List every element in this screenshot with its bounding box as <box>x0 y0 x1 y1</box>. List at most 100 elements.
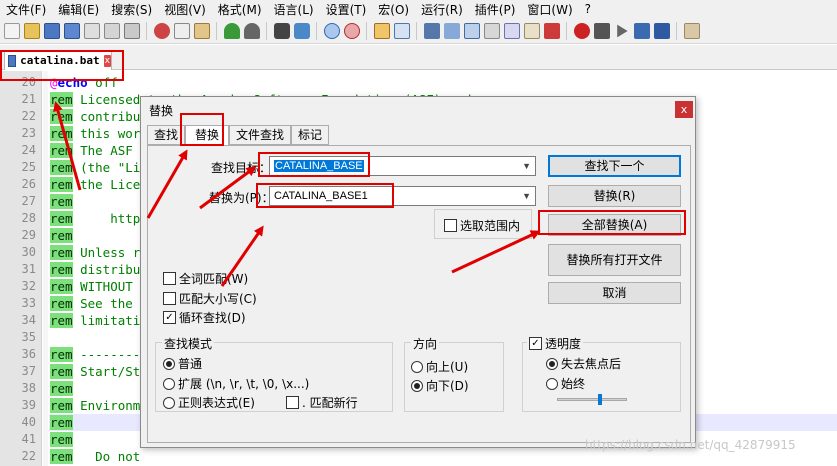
code-line: rem distribu <box>50 262 141 277</box>
code-line: rem the Lice <box>50 177 141 192</box>
copy-icon[interactable] <box>174 23 190 39</box>
close-all-icon[interactable] <box>104 23 120 39</box>
line-number: 24 <box>21 143 36 157</box>
code-line: rem <box>50 415 73 430</box>
direction-up-radio[interactable]: 向上(U) <box>411 358 468 375</box>
line-number: 27 <box>21 194 36 208</box>
menu-help[interactable]: ? <box>579 2 597 16</box>
code-line: rem See the <box>50 296 133 311</box>
record-macro-icon[interactable] <box>574 23 590 39</box>
menu-settings[interactable]: 设置(T) <box>320 1 373 18</box>
annotation-box-replace-value <box>256 183 394 208</box>
undo-icon[interactable] <box>224 23 240 39</box>
run-macro-multiple-icon[interactable] <box>634 23 650 39</box>
word-wrap-icon[interactable] <box>424 23 440 39</box>
save-macro-icon[interactable] <box>654 23 670 39</box>
close-file-icon[interactable] <box>84 23 100 39</box>
line-number: 36 <box>21 347 36 361</box>
menu-file[interactable]: 文件(F) <box>0 1 52 18</box>
tab-mark[interactable]: 标记 <box>291 125 329 145</box>
annotation-box-replace-tab <box>180 113 224 146</box>
chevron-down-icon[interactable]: ▼ <box>522 157 531 175</box>
line-number: 37 <box>21 364 36 378</box>
line-number: 35 <box>21 330 36 344</box>
direction-down-radio[interactable]: 向下(D) <box>411 377 469 394</box>
transparency-slider-thumb[interactable] <box>598 394 602 405</box>
whole-word-checkbox[interactable]: 全词匹配(W) <box>163 270 248 287</box>
find-icon[interactable] <box>274 23 290 39</box>
save-all-icon[interactable] <box>64 23 80 39</box>
menu-window[interactable]: 窗口(W) <box>521 1 578 18</box>
annotation-box-replace-all <box>538 210 686 235</box>
in-selection-checkbox[interactable]: 选取范围内 <box>444 217 520 234</box>
code-line: rem this wor <box>50 126 141 141</box>
code-line: rem contribu <box>50 109 141 124</box>
sync-v-icon[interactable] <box>374 23 390 39</box>
watermark: https://blog.csdn.net/qq_42879915 <box>585 438 796 452</box>
annotation-box-find-value <box>258 152 370 177</box>
folder-workspace-icon[interactable] <box>524 23 540 39</box>
menu-macro[interactable]: 宏(O) <box>372 1 415 18</box>
chevron-down-icon[interactable]: ▼ <box>522 187 531 205</box>
line-number: 21 <box>21 92 36 106</box>
doc-map-icon[interactable] <box>484 23 500 39</box>
mode-extended-radio[interactable]: 扩展 (\n, \r, \t, \0, \x...) <box>163 375 309 392</box>
line-number: 22 <box>21 109 36 123</box>
open-file-icon[interactable] <box>24 23 40 39</box>
dot-matches-newline-checkbox[interactable]: . 匹配新行 <box>286 394 358 411</box>
search-mode-title: 查找模式 <box>162 335 215 352</box>
replace-button[interactable]: 替换(R) <box>548 185 681 207</box>
annotation-box-tab <box>0 50 124 81</box>
line-number-gutter: 20 21 22 23 24 25 26 27 28 29 30 31 32 33 34 35 36 37 38 39… <box>0 71 42 466</box>
menu-view[interactable]: 视图(V) <box>158 1 212 18</box>
cancel-button[interactable]: 取消 <box>548 282 681 304</box>
line-number: 38 <box>21 381 36 395</box>
function-list-icon[interactable] <box>504 23 520 39</box>
redo-icon[interactable] <box>244 23 260 39</box>
line-number: 41 <box>21 432 36 446</box>
mode-normal-radio[interactable]: 普通 <box>163 355 202 372</box>
cut-icon[interactable] <box>154 23 170 39</box>
zoom-out-icon[interactable] <box>344 23 360 39</box>
indent-guide-icon[interactable] <box>464 23 480 39</box>
paste-icon[interactable] <box>194 23 210 39</box>
menu-language[interactable]: 语言(L) <box>268 1 320 18</box>
always-radio[interactable]: 始终 <box>546 375 585 392</box>
new-file-icon[interactable] <box>4 23 20 39</box>
sync-h-icon[interactable] <box>394 23 410 39</box>
find-next-button[interactable]: 查找下一个 <box>548 155 681 177</box>
dialog-close-button[interactable]: x <box>675 101 693 118</box>
code-line: rem Unless r <box>50 245 141 260</box>
menu-run[interactable]: 运行(R) <box>415 1 469 18</box>
code-line: rem Environm <box>50 398 141 413</box>
code-line: rem <box>50 194 73 209</box>
toolbar <box>0 18 837 44</box>
replace-icon[interactable] <box>294 23 310 39</box>
menu-format[interactable]: 格式(M) <box>212 1 268 18</box>
show-symbols-icon[interactable] <box>444 23 460 39</box>
monitoring-icon[interactable] <box>544 23 560 39</box>
play-macro-icon[interactable] <box>617 24 628 38</box>
mode-regex-radio[interactable]: 正则表达式(E) <box>163 394 255 411</box>
zoom-in-icon[interactable] <box>324 23 340 39</box>
menu-edit[interactable]: 编辑(E) <box>52 1 105 18</box>
transparency-slider-track[interactable] <box>557 394 627 405</box>
launch-icon[interactable] <box>684 23 700 39</box>
line-number: 28 <box>21 211 36 225</box>
save-icon[interactable] <box>44 23 60 39</box>
menu-plugins[interactable]: 插件(P) <box>469 1 522 18</box>
print-icon[interactable] <box>124 23 140 39</box>
replace-all-open-docs-button[interactable]: 替换所有打开文件 <box>548 244 681 276</box>
code-line: rem <box>50 432 73 447</box>
menu-search[interactable]: 搜索(S) <box>105 1 158 18</box>
transparency-checkbox[interactable]: ✓ 透明度 <box>527 335 584 352</box>
line-number: 23 <box>21 126 36 140</box>
wrap-around-checkbox[interactable]: ✓ 循环查找(D) <box>163 309 246 326</box>
tab-find-in-files[interactable]: 文件查找 <box>229 125 291 145</box>
match-case-checkbox[interactable]: 匹配大小写(C) <box>163 290 257 307</box>
code-line: rem limitati <box>50 313 141 328</box>
line-number: 40 <box>21 415 36 429</box>
on-losing-focus-radio[interactable]: 失去焦点后 <box>546 355 621 372</box>
code-line: rem http <box>50 211 141 226</box>
stop-macro-icon[interactable] <box>594 23 610 39</box>
